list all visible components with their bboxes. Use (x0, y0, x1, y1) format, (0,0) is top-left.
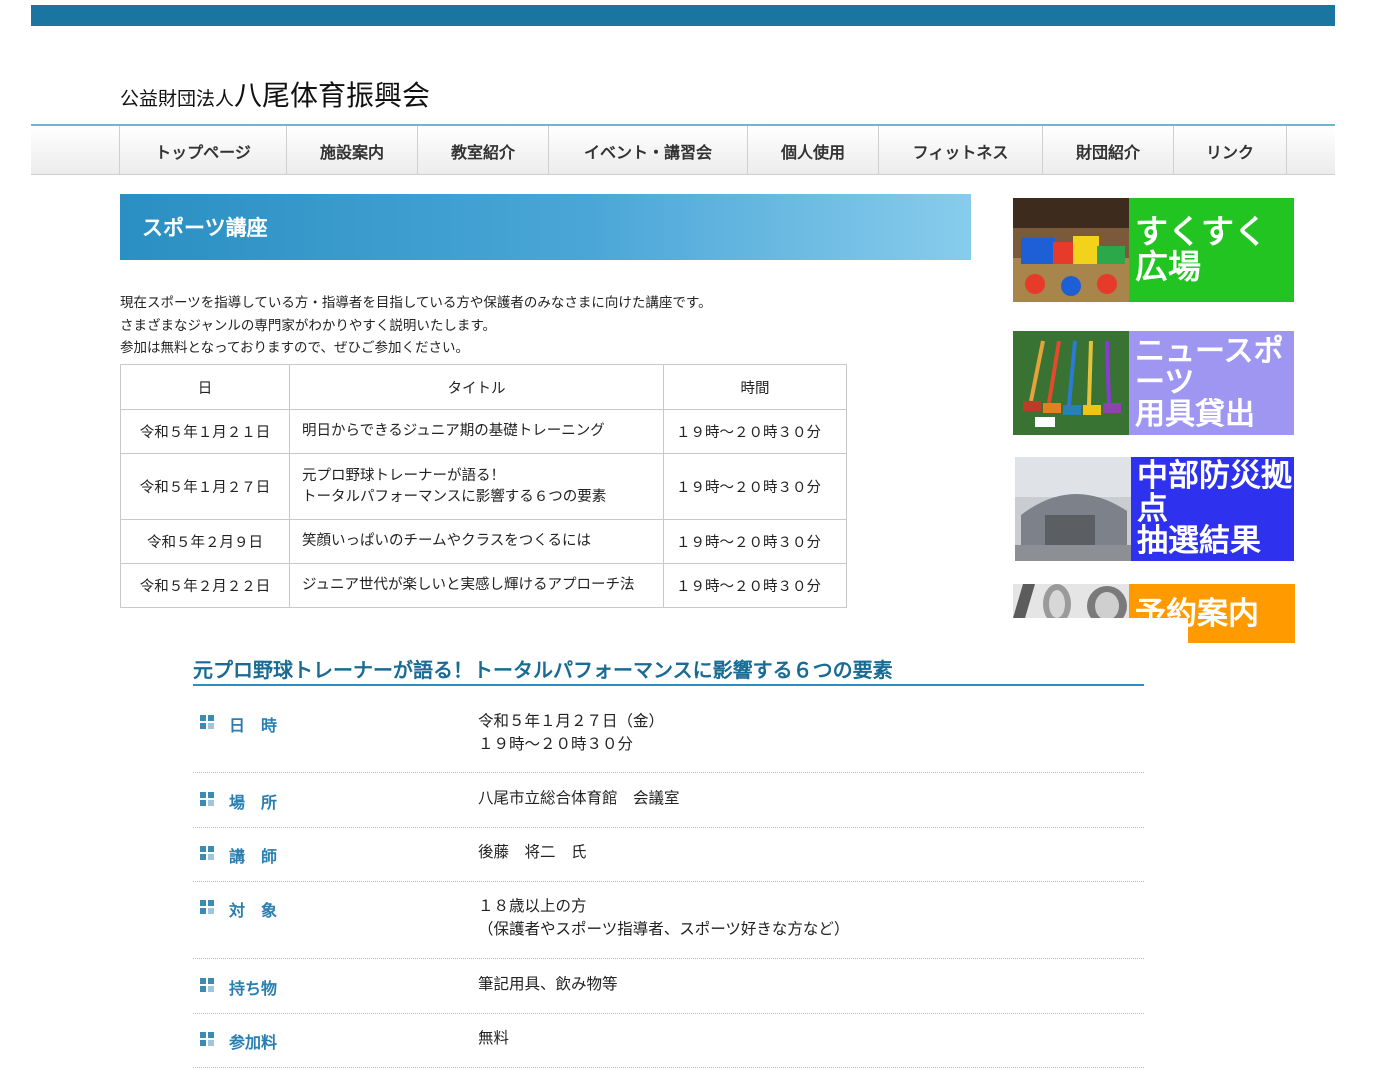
sidebar-banner-label: 中部防災拠点 抽選結果 (1131, 457, 1294, 561)
detail-label: 講 師 (229, 847, 278, 866)
column-header-time: 時間 (663, 364, 847, 410)
cell-time: １９時～２０時３０分 (663, 519, 847, 564)
detail-value-line: １８歳以上の方 (478, 897, 587, 915)
detail-label: 日 時 (229, 716, 278, 735)
detail-value: 後藤 将二 氏 (478, 841, 587, 864)
org-prefix: 公益財団法人 (120, 88, 235, 110)
cell-title: 元プロ野球トレーナーが語る！ トータルパフォーマンスに影響する６つの要素 (289, 453, 664, 520)
sidebar-banner-line: 用具貸出 (1135, 396, 1255, 432)
detail-label: 対 象 (229, 901, 278, 920)
detail-value-line: 令和５年１月２７日（金） (478, 712, 665, 730)
intro-text: 現在スポーツを指導している方・指導者を目指している方や保護者のみなさまに向けた講… (120, 292, 712, 360)
detail-value: １８歳以上の方 （保護者やスポーツ指導者、スポーツ好きな方など） (478, 895, 849, 941)
table-row: 令和５年１月２１日 明日からできるジュニア期の基礎トレーニング １９時～２０時３… (120, 409, 847, 454)
cell-title-line: トータルパフォーマンスに影響する６つの要素 (302, 488, 607, 505)
banner-cutout (1013, 618, 1188, 643)
detail-row-datetime: 日 時 令和５年１月２７日（金） １９時～２０時３０分 (193, 710, 1144, 773)
grid-bullet-icon (200, 715, 214, 729)
cell-time: １９時～２０時３０分 (663, 409, 847, 454)
detail-row-lecturer: 講 師 後藤 将二 氏 (193, 841, 1144, 882)
cell-title: 笑顔いっぱいのチームやクラスをつくるには (289, 519, 664, 564)
detail-value: 筆記用具、飲み物等 (478, 973, 618, 996)
detail-label: 参加料 (229, 1033, 278, 1052)
detail-value: 無料 (478, 1027, 509, 1050)
cell-time: １９時～２０時３０分 (663, 453, 847, 520)
table-row: 令和５年２月２２日 ジュニア世代が楽しいと実感し輝けるアプローチ法 １９時～２０… (120, 563, 847, 608)
building-photo (1015, 457, 1131, 561)
detail-label: 持ち物 (229, 979, 278, 998)
detail-row-fee: 参加料 無料 (193, 1027, 1144, 1068)
column-header-title: タイトル (289, 364, 664, 410)
table-row: 令和５年１月２７日 元プロ野球トレーナーが語る！ トータルパフォーマンスに影響す… (120, 453, 847, 520)
nav-item-about[interactable]: 財団紹介 (1042, 126, 1173, 175)
sidebar-banner-line: すくすく広場 (1135, 212, 1267, 286)
cell-title: ジュニア世代が楽しいと実感し輝けるアプローチ法 (289, 563, 664, 608)
schedule-table: 日 タイトル 時間 令和５年１月２１日 明日からできるジュニア期の基礎トレーニン… (120, 364, 847, 608)
nav-item-facilities[interactable]: 施設案内 (286, 126, 417, 175)
cell-title: 明日からできるジュニア期の基礎トレーニング (289, 409, 664, 454)
sidebar-banner-label: すくすく広場 (1129, 198, 1294, 302)
grid-bullet-icon (200, 978, 214, 992)
grid-bullet-icon (200, 846, 214, 860)
event-detail-heading: 元プロ野球トレーナーが語る！トータルパフォーマンスに影響する６つの要素 (193, 654, 1144, 686)
site-logo-title[interactable]: 公益財団法人 八尾体育振興会 (120, 74, 430, 114)
cell-date: 令和５年１月２１日 (120, 409, 290, 454)
sidebar-banner-label: ニュースポーツ 用具貸出 (1129, 331, 1294, 435)
sidebar-banner-line: 抽選結果 (1137, 523, 1261, 560)
column-header-date: 日 (120, 364, 290, 410)
nav-item-fitness[interactable]: フィットネス (878, 126, 1042, 175)
detail-row-place: 場 所 八尾市立総合体育館 会議室 (193, 787, 1144, 828)
sidebar-banner-reservation[interactable]: 予約案内 (1013, 584, 1295, 643)
grid-bullet-icon (200, 1032, 214, 1046)
nav-item-classes[interactable]: 教室紹介 (417, 126, 548, 175)
cell-date: 令和５年２月２２日 (120, 563, 290, 608)
detail-value-line: 無料 (478, 1029, 510, 1047)
nav-item-top[interactable]: トップページ (119, 126, 286, 175)
detail-value-line: 八尾市立総合体育館 会議室 (478, 789, 680, 807)
equipment-photo (1013, 584, 1129, 618)
detail-value: 令和５年１月２７日（金） １９時～２０時３０分 (478, 710, 664, 756)
sidebar-banner-line: ニュースポーツ (1135, 333, 1284, 401)
cell-title-line: 元プロ野球トレーナーが語る！ (302, 467, 505, 484)
playground-photo (1013, 198, 1129, 302)
org-name: 八尾体育振興会 (234, 79, 431, 112)
detail-value-line: １９時～２０時３０分 (478, 735, 634, 753)
table-header-row: 日 タイトル 時間 (120, 364, 847, 410)
cell-date: 令和５年１月２７日 (120, 453, 290, 520)
nav-item-links[interactable]: リンク (1173, 126, 1287, 175)
detail-row-belongings: 持ち物 筆記用具、飲み物等 (193, 973, 1144, 1014)
cell-date: 令和５年２月９日 (120, 519, 290, 564)
sports-equipment-photo (1013, 331, 1129, 435)
page-title: スポーツ講座 (142, 216, 268, 240)
grid-bullet-icon (200, 792, 214, 806)
intro-line: 現在スポーツを指導している方・指導者を目指している方や保護者のみなさまに向けた講… (120, 295, 712, 311)
intro-line: さまざまなジャンルの専門家がわかりやすく説明いたします。 (120, 317, 496, 334)
page-title-banner: スポーツ講座 (120, 194, 971, 260)
nav-item-events[interactable]: イベント・講習会 (548, 126, 747, 175)
sidebar-banner-sukusuku[interactable]: すくすく広場 (1013, 198, 1294, 302)
detail-label: 場 所 (229, 793, 278, 812)
detail-value-line: 筆記用具、飲み物等 (478, 975, 618, 993)
sidebar-banner-new-sports[interactable]: ニュースポーツ 用具貸出 (1013, 331, 1294, 435)
detail-value-line: （保護者やスポーツ指導者、スポーツ好きな方など） (478, 920, 850, 938)
detail-value-line: 後藤 将二 氏 (478, 843, 587, 861)
sidebar-banner-line: 中部防災拠点 (1137, 458, 1292, 527)
detail-row-target: 対 象 １８歳以上の方 （保護者やスポーツ指導者、スポーツ好きな方など） (193, 895, 1144, 959)
global-nav: トップページ 施設案内 教室紹介 イベント・講習会 個人使用 フィットネス 財団… (31, 124, 1335, 175)
sidebar-banner-disaster-base[interactable]: 中部防災拠点 抽選結果 (1015, 457, 1294, 561)
grid-bullet-icon (200, 900, 214, 914)
detail-value: 八尾市立総合体育館 会議室 (478, 787, 680, 810)
top-accent-bar (31, 5, 1335, 26)
nav-item-personal-use[interactable]: 個人使用 (747, 126, 878, 175)
cell-time: １９時～２０時３０分 (663, 563, 847, 608)
intro-line: 参加は無料となっておりますので、ぜひご参加ください。 (120, 340, 469, 356)
table-row: 令和５年２月９日 笑顔いっぱいのチームやクラスをつくるには １９時～２０時３０分 (120, 519, 847, 564)
